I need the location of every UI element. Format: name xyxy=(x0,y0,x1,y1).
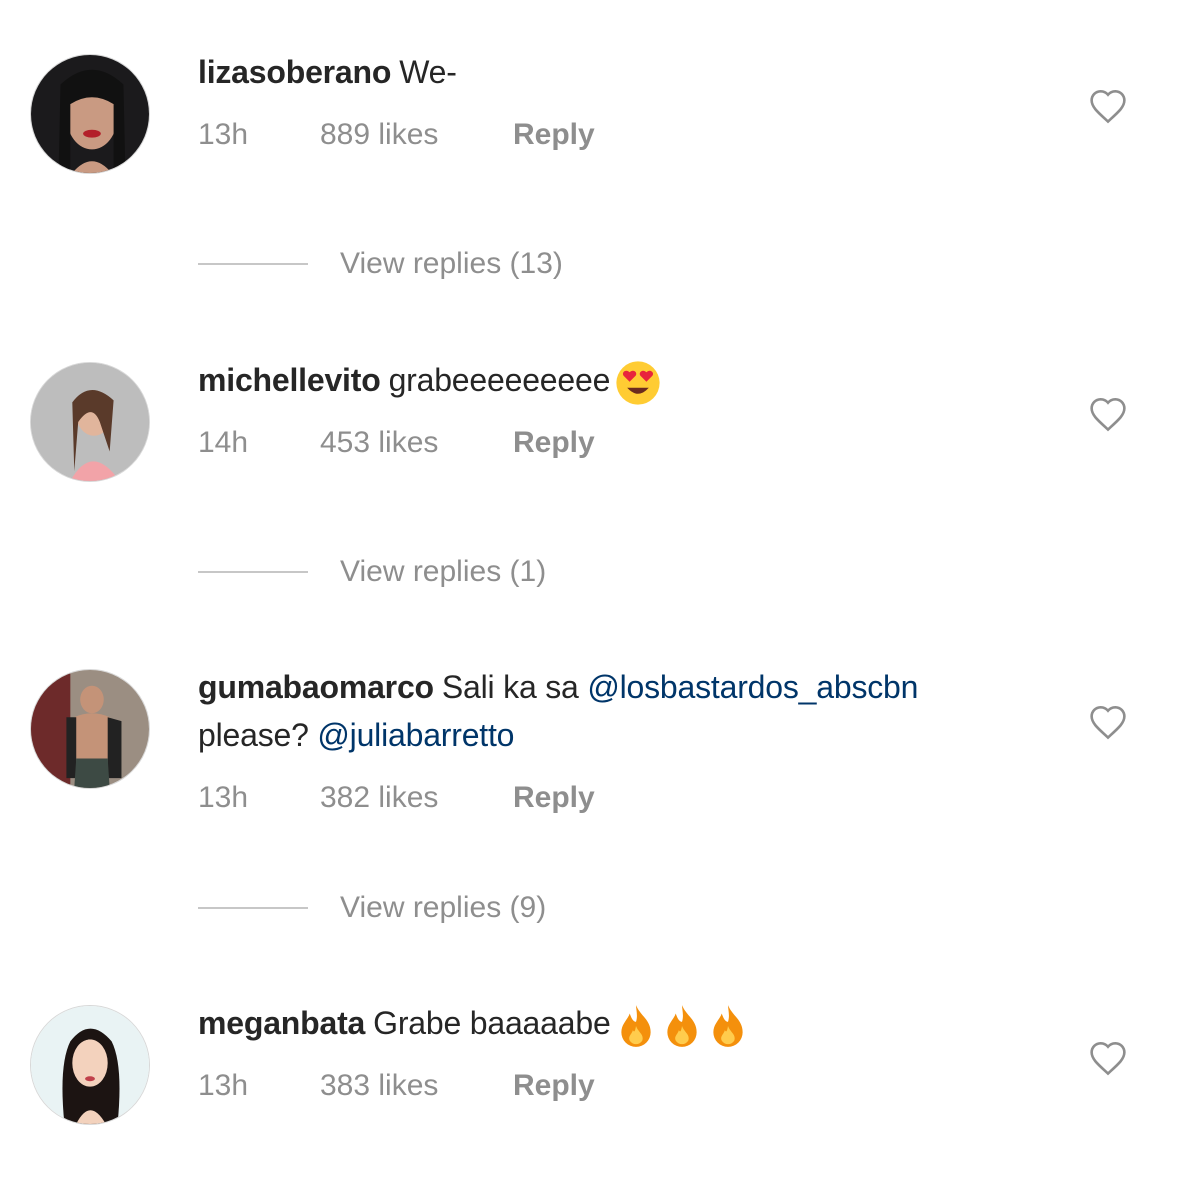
avatar[interactable] xyxy=(30,1005,150,1125)
comment-likes[interactable]: 453 likes xyxy=(320,423,438,463)
comment-username[interactable]: meganbata xyxy=(198,1005,365,1041)
comment-time: 13h xyxy=(198,118,249,151)
view-replies-button[interactable]: View replies (9) xyxy=(198,888,598,928)
fire-emoji-icon xyxy=(615,1003,657,1049)
comment-text: gumabaomarco Sali ka sa @losbastardos_abs… xyxy=(198,663,1058,759)
comment-likes[interactable]: 889 likes xyxy=(320,115,438,155)
comment-body: We- xyxy=(399,54,457,90)
divider xyxy=(198,571,308,573)
divider xyxy=(198,907,308,909)
avatar[interactable] xyxy=(30,54,150,174)
comment-time: 13h xyxy=(198,1069,249,1102)
view-replies-label: View replies (1) xyxy=(340,555,547,588)
view-replies-button[interactable]: View replies (1) xyxy=(198,552,598,592)
reply-button[interactable]: Reply xyxy=(513,423,595,463)
comment-body: Grabe baaaaabe xyxy=(373,1005,611,1041)
heart-eyes-emoji-icon xyxy=(614,359,662,407)
heart-outline-icon[interactable] xyxy=(1088,704,1128,740)
divider xyxy=(198,263,308,265)
fire-emoji-icon xyxy=(661,1003,703,1049)
reply-button[interactable]: Reply xyxy=(513,115,595,155)
fire-emoji-icon xyxy=(707,1003,749,1049)
comment-body: please? xyxy=(198,717,318,753)
avatar[interactable] xyxy=(30,669,150,789)
comment-body: Sali ka sa xyxy=(441,669,588,705)
avatar[interactable] xyxy=(30,362,150,482)
heart-outline-icon[interactable] xyxy=(1088,1040,1128,1076)
view-replies-label: View replies (13) xyxy=(340,247,563,280)
mention-link[interactable]: @losbastardos_abscbn xyxy=(587,669,918,705)
heart-outline-icon[interactable] xyxy=(1088,396,1128,432)
comment-body: grabeeeeeeeee xyxy=(388,362,611,398)
mention-link[interactable]: @juliabarretto xyxy=(317,717,514,753)
comment-likes[interactable]: 382 likes xyxy=(320,778,438,818)
comment-username[interactable]: michellevito xyxy=(198,362,381,398)
comment-text: lizasoberano We- xyxy=(198,48,1058,96)
comment-username[interactable]: gumabaomarco xyxy=(198,669,434,705)
reply-button[interactable]: Reply xyxy=(513,778,595,818)
comment-time: 14h xyxy=(198,426,249,459)
view-replies-button[interactable]: View replies (13) xyxy=(198,244,618,284)
comment-username[interactable]: lizasoberano xyxy=(198,54,391,90)
comment-text: michellevito grabeeeeeeeee xyxy=(198,356,1058,407)
heart-outline-icon[interactable] xyxy=(1088,88,1128,124)
comment-text: meganbata Grabe baaaaabe xyxy=(198,999,1058,1049)
reply-button[interactable]: Reply xyxy=(513,1066,595,1106)
view-replies-label: View replies (9) xyxy=(340,891,547,924)
comment-time: 13h xyxy=(198,781,249,814)
comment-likes[interactable]: 383 likes xyxy=(320,1066,438,1106)
